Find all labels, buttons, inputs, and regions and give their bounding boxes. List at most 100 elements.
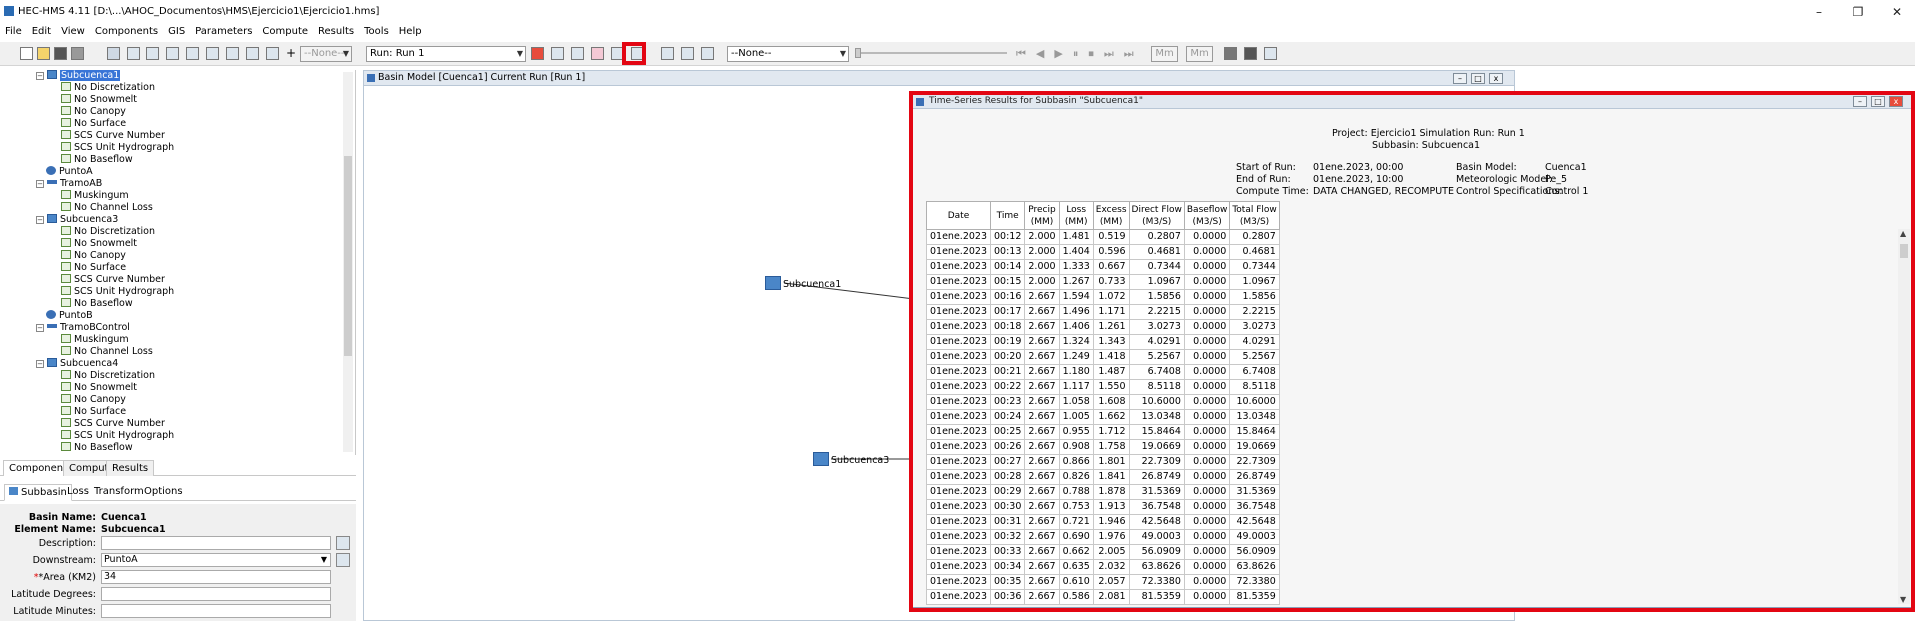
collapse-toggle-icon[interactable]: − <box>36 324 44 332</box>
tree-node[interactable]: − Subcuenca4 <box>36 358 118 370</box>
grid-icon-1[interactable] <box>661 47 674 60</box>
results-scrollbar[interactable]: ▲ ▼ <box>1898 229 1910 604</box>
latitude-minutes-field[interactable] <box>101 604 331 618</box>
results-table-icon[interactable] <box>611 47 624 60</box>
tree-node[interactable]: SCS Unit Hydrograph <box>61 286 174 298</box>
collapse-toggle-icon[interactable]: − <box>36 216 44 224</box>
tree-node[interactable]: Muskingum <box>61 334 129 346</box>
downstream-select[interactable]: PuntoA ▼ <box>101 553 331 567</box>
maximize-button[interactable]: ❐ <box>1843 3 1873 21</box>
diversion-tool-icon[interactable] <box>226 47 239 60</box>
minimize-button[interactable]: – <box>1804 3 1834 21</box>
tree-node[interactable]: No Surface <box>61 406 126 418</box>
print-icon[interactable] <box>71 47 84 60</box>
column-header[interactable]: Baseflow (M3/S) <box>1183 201 1231 230</box>
column-header[interactable]: Direct Flow (M3/S) <box>1128 201 1185 230</box>
none-dropdown-right[interactable]: --None-- ▼ <box>727 46 849 62</box>
animation-slider-thumb[interactable] <box>855 48 861 58</box>
tab-loss[interactable]: Loss <box>63 484 93 501</box>
subcuenca3-element[interactable]: Subcuenca3 <box>813 452 889 466</box>
playback-controls[interactable]: ⏮◀▶⏸⏹⏭⏭ <box>1016 47 1144 61</box>
menu-file[interactable]: File <box>0 24 27 40</box>
results-graph-icon[interactable] <box>551 47 564 60</box>
column-header[interactable]: Excess (MM) <box>1092 201 1130 230</box>
subcuenca1-element[interactable]: Subcuenca1 <box>765 276 841 290</box>
tree-node[interactable]: No Canopy <box>61 106 126 118</box>
menu-components[interactable]: Components <box>90 24 163 40</box>
tree-node[interactable]: Muskingum <box>61 190 129 202</box>
tab-results[interactable]: Results <box>106 460 155 476</box>
add-point-icon[interactable]: + <box>286 47 299 60</box>
reach-tool-icon[interactable] <box>166 47 179 60</box>
tree-node[interactable]: PuntoA <box>46 166 93 178</box>
gear-icon[interactable] <box>1224 47 1237 60</box>
collapse-toggle-icon[interactable]: − <box>36 360 44 368</box>
menu-compute[interactable]: Compute <box>257 24 313 40</box>
grid-icon-3[interactable] <box>701 47 714 60</box>
tree-node[interactable]: No Baseflow <box>61 154 133 166</box>
tree-node[interactable]: No Snowmelt <box>61 94 137 106</box>
run-select-dropdown[interactable]: Run: Run 1 ▼ <box>366 46 526 62</box>
sink-tool-icon[interactable] <box>266 47 279 60</box>
menu-tools[interactable]: Tools <box>359 24 394 40</box>
column-header[interactable]: Loss (MM) <box>1058 201 1094 230</box>
junction-tool-icon[interactable] <box>206 47 219 60</box>
tree-node[interactable]: No Discretization <box>61 370 155 382</box>
tree-scrollbar[interactable] <box>343 72 353 452</box>
tab-options[interactable]: Options <box>140 484 187 501</box>
tree-node[interactable]: No Baseflow <box>61 442 133 454</box>
downstream-picker-icon[interactable] <box>336 553 350 567</box>
tab-subbasin[interactable]: Subbasin <box>4 484 72 501</box>
results-window-header[interactable]: Time-Series Results for Subbasin "Subcue… <box>913 95 1911 109</box>
time-series-table-icon[interactable] <box>631 47 644 60</box>
mm-field-2[interactable]: Mm <box>1186 46 1213 62</box>
tree-node[interactable]: No Canopy <box>61 250 126 262</box>
reservoir-tool-icon[interactable] <box>186 47 199 60</box>
tree-node[interactable]: SCS Curve Number <box>61 130 165 142</box>
tree-node[interactable]: SCS Unit Hydrograph <box>61 430 174 442</box>
subbasin-tool-icon[interactable] <box>146 47 159 60</box>
tree-node[interactable]: No Surface <box>61 118 126 130</box>
column-header[interactable]: Time <box>989 201 1026 230</box>
tree-node[interactable]: No Baseflow <box>61 298 133 310</box>
results-summary-icon[interactable] <box>571 47 584 60</box>
column-header[interactable]: Date <box>926 201 991 230</box>
tree-node[interactable]: SCS Curve Number <box>61 274 165 286</box>
save-icon[interactable] <box>54 47 67 60</box>
menu-help[interactable]: Help <box>394 24 427 40</box>
tree-node[interactable]: No Channel Loss <box>61 202 153 214</box>
tree-node[interactable]: No Discretization <box>61 226 155 238</box>
source-tool-icon[interactable] <box>246 47 259 60</box>
menu-results[interactable]: Results <box>313 24 359 40</box>
menu-view[interactable]: View <box>56 24 90 40</box>
export-icon[interactable] <box>1264 47 1277 60</box>
latitude-degrees-field[interactable] <box>101 587 331 601</box>
new-file-icon[interactable] <box>20 47 33 60</box>
tree-node[interactable]: No Surface <box>61 262 126 274</box>
tree-node[interactable]: No Snowmelt <box>61 382 137 394</box>
animation-slider[interactable] <box>857 52 1007 54</box>
results-scrollbar-thumb[interactable] <box>1900 244 1908 258</box>
area-field[interactable]: 34 <box>101 570 331 584</box>
tree-node[interactable]: No Snowmelt <box>61 238 137 250</box>
collapse-toggle-icon[interactable]: − <box>36 180 44 188</box>
compute-run-icon[interactable] <box>531 47 544 60</box>
tree-node[interactable]: − Subcuenca3 <box>36 214 118 226</box>
tree-node[interactable]: − TramoBControl <box>36 322 130 334</box>
tree-node[interactable]: PuntoB <box>46 310 93 322</box>
description-editor-icon[interactable] <box>336 536 350 550</box>
collapse-toggle-icon[interactable]: − <box>36 72 44 80</box>
column-header[interactable]: Total Flow (M3/S) <box>1229 201 1280 230</box>
mm-field-1[interactable]: Mm <box>1151 46 1178 62</box>
camera-icon[interactable] <box>1244 47 1257 60</box>
menu-parameters[interactable]: Parameters <box>190 24 257 40</box>
tree-node[interactable]: SCS Unit Hydrograph <box>61 142 174 154</box>
results-chart-icon[interactable] <box>591 47 604 60</box>
tree-node[interactable]: − Subcuenca1 <box>36 70 121 82</box>
menu-edit[interactable]: Edit <box>27 24 56 40</box>
zoom-tool-icon[interactable] <box>127 47 140 60</box>
results-maximize-button[interactable]: □ <box>1871 96 1885 107</box>
tree-node[interactable]: No Channel Loss <box>61 346 153 358</box>
open-folder-icon[interactable] <box>37 47 50 60</box>
tree-node[interactable]: No Discretization <box>61 82 155 94</box>
